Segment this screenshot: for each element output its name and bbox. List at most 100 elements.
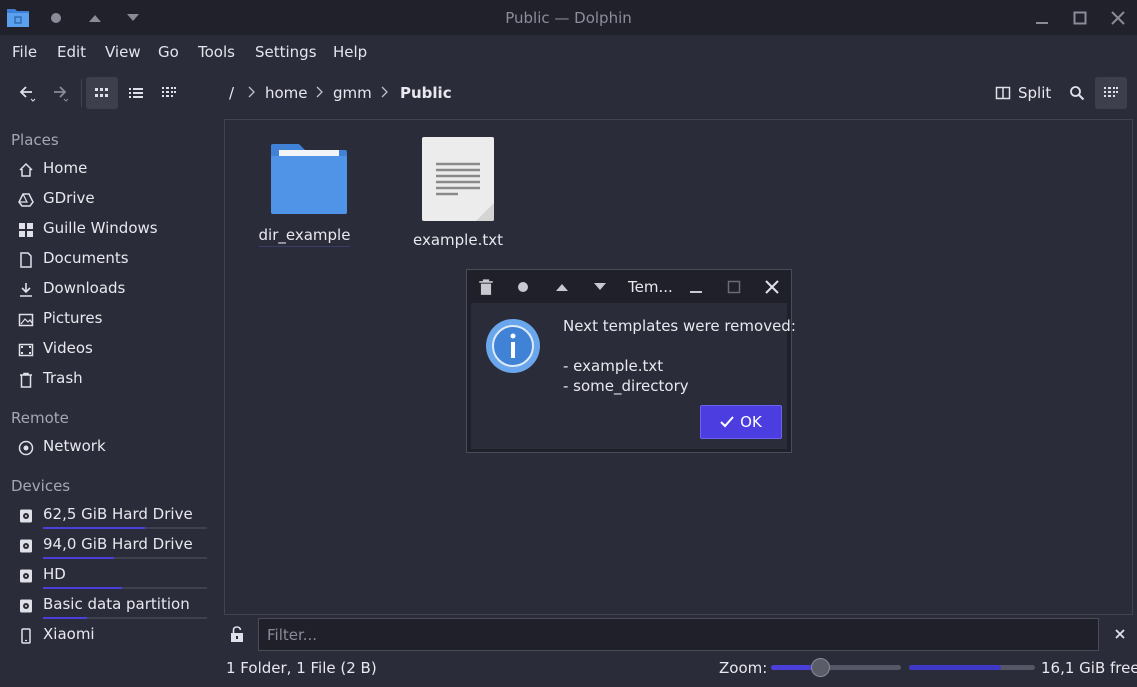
chevron-right-icon xyxy=(248,86,255,98)
sidebar-item-label: HD xyxy=(43,565,66,583)
zoom-label: Zoom: xyxy=(719,659,768,677)
sidebar-item-gdrive[interactable]: GDrive xyxy=(11,187,211,213)
hard-drive-icon xyxy=(20,569,32,583)
sidebar-item-label: GDrive xyxy=(43,189,95,207)
hard-drive-icon xyxy=(20,599,32,613)
raise-icon[interactable] xyxy=(553,278,571,296)
sidebar-item-guille-windows[interactable]: Guille Windows xyxy=(11,217,211,243)
filter-bar xyxy=(224,617,1137,653)
document-icon xyxy=(20,252,32,268)
compact-view-icon xyxy=(162,87,176,97)
forward-button[interactable] xyxy=(44,77,76,109)
maximize-icon[interactable] xyxy=(725,278,743,296)
window-title: Public — Dolphin xyxy=(505,9,632,27)
gdrive-icon xyxy=(18,193,34,207)
sidebar-item-label: Downloads xyxy=(43,279,126,297)
sidebar-item-trash[interactable]: Trash xyxy=(11,367,211,393)
lower-icon[interactable] xyxy=(591,278,609,296)
search-button[interactable] xyxy=(1061,77,1093,109)
windows-icon xyxy=(19,223,33,237)
sidebar-item-documents[interactable]: Documents xyxy=(11,247,211,273)
capacity-bar xyxy=(43,617,207,619)
ok-button[interactable]: OK xyxy=(700,405,782,439)
space-info-fill xyxy=(909,665,1001,670)
trash-icon[interactable] xyxy=(476,277,496,297)
menu-settings[interactable]: Settings xyxy=(255,43,317,61)
sidebar-item-home[interactable]: Home xyxy=(11,157,211,183)
maximize-icon[interactable] xyxy=(1070,8,1090,28)
status-summary: 1 Folder, 1 File (2 B) xyxy=(226,659,377,677)
sidebar-item-label: Documents xyxy=(43,249,129,267)
video-icon xyxy=(18,343,34,357)
sidebar-item-videos[interactable]: Videos xyxy=(11,337,211,363)
menu-help[interactable]: Help xyxy=(333,43,367,61)
templates-dialog: Tem... Next templates were removed: - ex… xyxy=(466,269,796,453)
menu-file[interactable]: File xyxy=(12,43,37,61)
info-icon xyxy=(486,319,540,373)
dialog-title: Tem... xyxy=(628,278,673,296)
sidebar-item-label: Xiaomi xyxy=(43,625,95,643)
sidebar-item-device-basic-data[interactable]: Basic data partition xyxy=(11,593,211,619)
split-label: Split xyxy=(1018,84,1052,102)
file-item-folder[interactable]: dir_example xyxy=(247,136,362,247)
breadcrumb-current[interactable]: Public xyxy=(400,84,452,102)
search-icon xyxy=(1070,86,1085,101)
sidebar-item-label: 94,0 GiB Hard Drive xyxy=(43,535,193,553)
arrow-left-icon xyxy=(19,86,36,102)
sidebar-item-device-hd[interactable]: HD xyxy=(11,563,211,589)
sidebar-item-pictures[interactable]: Pictures xyxy=(11,307,211,333)
icons-view-button[interactable] xyxy=(86,77,118,109)
minimize-icon[interactable] xyxy=(1032,8,1052,28)
dialog-message: Next templates were removed: xyxy=(563,317,796,335)
breadcrumb-home[interactable]: home xyxy=(265,84,308,102)
close-icon[interactable] xyxy=(763,278,781,296)
zoom-slider-handle[interactable] xyxy=(811,658,830,677)
sidebar-item-device-94gib[interactable]: 94,0 GiB Hard Drive xyxy=(11,533,211,559)
sidebar-item-downloads[interactable]: Downloads xyxy=(11,277,211,303)
menu-tools[interactable]: Tools xyxy=(198,43,235,61)
dialog-title-bar: Tem... xyxy=(467,270,791,303)
network-icon xyxy=(18,440,34,456)
toolbar: / home gmm Public Split xyxy=(0,69,1137,117)
split-button[interactable]: Split xyxy=(990,77,1054,109)
back-button[interactable] xyxy=(11,77,43,109)
keep-on-top-icon[interactable] xyxy=(514,278,532,296)
sidebar-item-device-62gib[interactable]: 62,5 GiB Hard Drive xyxy=(11,503,211,529)
places-panel: Places Home GDrive Guille Windows Docume… xyxy=(0,120,222,650)
menu-go[interactable]: Go xyxy=(158,43,179,61)
breadcrumb-gmm[interactable]: gmm xyxy=(333,84,372,102)
close-filter-icon[interactable] xyxy=(1115,629,1125,639)
sidebar-item-label: Home xyxy=(43,159,88,177)
split-view-icon xyxy=(995,86,1011,100)
control-menu-button[interactable] xyxy=(1095,77,1127,109)
sidebar-item-label: Videos xyxy=(43,339,93,357)
sidebar-item-network[interactable]: Network xyxy=(11,435,211,461)
menu-bar: File Edit View Go Tools Settings Help xyxy=(0,35,1137,69)
minimize-icon[interactable] xyxy=(687,278,705,296)
filter-input[interactable] xyxy=(258,618,1099,651)
compact-view-button[interactable] xyxy=(153,77,185,109)
file-name: example.txt xyxy=(413,231,503,249)
hard-drive-icon xyxy=(20,539,32,553)
arrow-right-icon xyxy=(54,86,69,102)
sidebar-item-label: Network xyxy=(43,437,106,455)
close-icon[interactable] xyxy=(1108,8,1128,28)
unlock-icon[interactable] xyxy=(230,626,244,643)
chevron-right-icon xyxy=(316,86,323,98)
capacity-bar xyxy=(43,527,207,529)
menu-edit[interactable]: Edit xyxy=(57,43,86,61)
sidebar-item-label: Trash xyxy=(43,369,83,387)
breadcrumb-root[interactable]: / xyxy=(229,84,234,102)
home-icon xyxy=(19,162,33,177)
file-item-text[interactable]: example.txt xyxy=(408,136,508,252)
details-view-button[interactable] xyxy=(120,77,152,109)
free-space-label: 16,1 GiB free xyxy=(1041,659,1137,677)
text-file-icon xyxy=(422,137,494,221)
menu-grid-icon xyxy=(1104,87,1118,97)
trash-icon xyxy=(20,372,32,388)
menu-view[interactable]: View xyxy=(105,43,141,61)
icons-view-icon xyxy=(95,88,108,97)
dialog-list-item: - example.txt xyxy=(563,357,664,375)
sidebar-item-device-xiaomi[interactable]: Xiaomi xyxy=(11,623,211,649)
details-view-icon xyxy=(129,88,143,98)
